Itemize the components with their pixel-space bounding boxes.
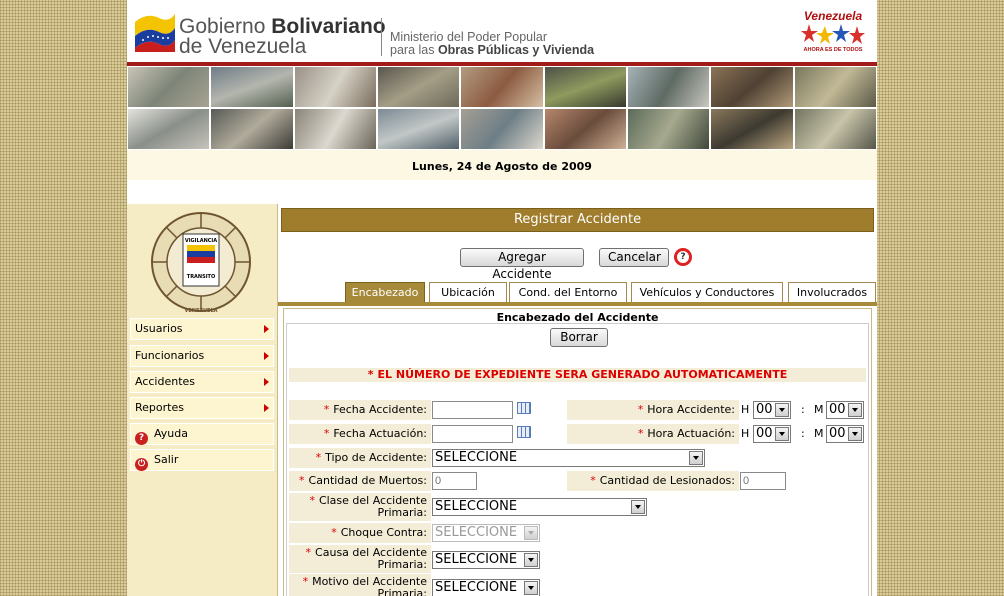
site-header: Gobierno Bolivariano de Venezuela Minist… xyxy=(127,0,877,66)
spacer xyxy=(127,180,877,204)
tab-ubicacion[interactable]: Ubicación xyxy=(429,282,507,303)
sidebar-item-reportes[interactable]: Reportes xyxy=(130,397,274,419)
emblem-ring-bottom: VENEZUELA xyxy=(184,308,217,314)
chevron-down-icon xyxy=(524,526,538,540)
fecha-accidente-label: * Fecha Accidente: xyxy=(289,400,431,420)
causa-accidente-label: * Causa del Accidente Primaria: xyxy=(289,545,431,573)
hora-accidente-hour-select[interactable]: 00 xyxy=(753,401,791,419)
lesionados-input[interactable] xyxy=(740,472,786,490)
clear-button[interactable]: Borrar xyxy=(550,328,608,347)
hora-actuacion-minute-select[interactable]: 00 xyxy=(826,425,864,443)
time-separator: : xyxy=(801,427,805,440)
tab-underline xyxy=(278,302,877,306)
hour-label: H xyxy=(741,403,750,416)
hour-label: H xyxy=(741,427,750,440)
chevron-down-icon xyxy=(848,427,862,441)
calendar-icon[interactable] xyxy=(517,402,531,414)
chevron-down-icon xyxy=(631,500,645,514)
fecha-actuacion-input[interactable] xyxy=(432,425,513,443)
venezuela-flag-icon xyxy=(135,14,175,52)
chevron-down-icon xyxy=(689,451,703,465)
header-divider xyxy=(381,18,382,56)
auto-number-notice: * EL NÚMERO DE EXPEDIENTE SERA GENERADO A… xyxy=(289,368,866,382)
chevron-down-icon xyxy=(775,427,789,441)
time-separator: : xyxy=(801,403,805,416)
sidebar-item-label: Funcionarios xyxy=(135,349,205,362)
form-body: Borrar * EL NÚMERO DE EXPEDIENTE SERA GEN… xyxy=(286,323,869,596)
sidebar-item-label: Salir xyxy=(154,453,179,466)
calendar-icon[interactable] xyxy=(517,426,531,438)
muertos-input[interactable] xyxy=(432,472,477,490)
tab-encabezado[interactable]: Encabezado xyxy=(345,282,425,303)
emblem-word1: VIGILANCIA xyxy=(185,238,217,244)
help-icon[interactable]: ? xyxy=(674,248,692,266)
tipo-accidente-select[interactable]: SELECCIONE xyxy=(432,449,705,467)
clase-accidente-label: * Clase del Accidente Primaria: xyxy=(289,493,431,521)
motivo-accidente-select[interactable]: SELECCIONE xyxy=(432,579,540,596)
venezuela-logo-slogan: AHORA ES DE TODOS xyxy=(803,47,863,53)
main-content: Registrar Accidente Agregar Accidente Ca… xyxy=(277,204,877,596)
fecha-actuacion-label: * Fecha Actuación: xyxy=(289,424,431,444)
sidebar-item-usuarios[interactable]: Usuarios xyxy=(130,318,274,340)
minute-label: M xyxy=(814,403,824,416)
venezuela-logo: Venezuela AHORA ES DE TODOS xyxy=(797,10,869,56)
ministry-line2: para las Obras Públicas y Vivienda xyxy=(390,43,595,57)
chevron-right-icon xyxy=(264,352,269,360)
hora-accidente-minute-select[interactable]: 00 xyxy=(826,401,864,419)
sidebar-item-label: Reportes xyxy=(135,401,184,414)
chevron-down-icon xyxy=(775,403,789,417)
sidebar-item-label: Ayuda xyxy=(154,427,188,440)
sidebar: VIGILANCIA TRANSITO VENEZUELA Usuarios F… xyxy=(127,204,277,596)
minute-label: M xyxy=(814,427,824,440)
sidebar-item-funcionarios[interactable]: Funcionarios xyxy=(130,345,274,367)
hora-accidente-label: * Hora Accidente: xyxy=(567,400,739,420)
motivo-accidente-label: * Motivo del Accidente Primaria: xyxy=(289,574,431,596)
sidebar-item-accidentes[interactable]: Accidentes xyxy=(130,371,274,393)
fecha-accidente-input[interactable] xyxy=(432,401,513,419)
government-subtitle: de Venezuela xyxy=(179,35,307,58)
choque-contra-label: * Choque Contra: xyxy=(289,523,431,543)
current-date: Lunes, 24 de Agosto de 2009 xyxy=(412,160,592,173)
date-bar: Lunes, 24 de Agosto de 2009 xyxy=(127,150,877,180)
chevron-right-icon xyxy=(264,325,269,333)
clase-accidente-select[interactable]: SELECCIONE xyxy=(432,498,647,516)
hora-actuacion-label: * Hora Actuación: xyxy=(567,424,739,444)
lesionados-label: * Cantidad de Lesionados: xyxy=(567,471,739,491)
chevron-down-icon xyxy=(848,403,862,417)
power-icon: ⏻ xyxy=(135,458,148,471)
choque-contra-select[interactable]: SELECCIONE xyxy=(432,524,540,542)
chevron-down-icon xyxy=(524,581,538,595)
help-icon: ? xyxy=(135,432,148,445)
stars-icon xyxy=(801,24,865,44)
hora-actuacion-hour-select[interactable]: 00 xyxy=(753,425,791,443)
muertos-label: * Cantidad de Muertos: xyxy=(289,471,431,491)
tab-vehiculos-conductores[interactable]: Vehículos y Conductores xyxy=(631,282,783,303)
chevron-down-icon xyxy=(524,553,538,567)
add-accident-button[interactable]: Agregar Accidente xyxy=(460,248,584,281)
sidebar-item-label: Usuarios xyxy=(135,322,183,335)
chevron-right-icon xyxy=(264,378,269,386)
causa-accidente-select[interactable]: SELECCIONE xyxy=(432,551,540,569)
chevron-right-icon xyxy=(264,404,269,412)
page-title: Registrar Accidente xyxy=(281,208,874,232)
ministry-line1: Ministerio del Poder Popular xyxy=(390,30,548,44)
transit-emblem-logo: VIGILANCIA TRANSITO VENEZUELA xyxy=(151,212,251,314)
venezuela-logo-text: Venezuela xyxy=(803,9,863,23)
photo-banner xyxy=(127,66,877,150)
sidebar-item-label: Accidentes xyxy=(135,375,196,388)
emblem-word2: TRANSITO xyxy=(187,274,215,280)
page-container: Gobierno Bolivariano de Venezuela Minist… xyxy=(127,0,877,596)
tipo-accidente-label: * Tipo de Accidente: xyxy=(289,448,431,468)
cancel-button[interactable]: Cancelar xyxy=(599,248,669,267)
sidebar-item-ayuda[interactable]: ? Ayuda xyxy=(130,423,274,445)
tab-cond-entorno[interactable]: Cond. del Entorno xyxy=(509,282,627,303)
tab-involucrados[interactable]: Involucrados xyxy=(788,282,876,303)
sidebar-item-salir[interactable]: ⏻ Salir xyxy=(130,449,274,471)
form-panel: Encabezado del Accidente Borrar * EL NÚME… xyxy=(283,308,872,596)
